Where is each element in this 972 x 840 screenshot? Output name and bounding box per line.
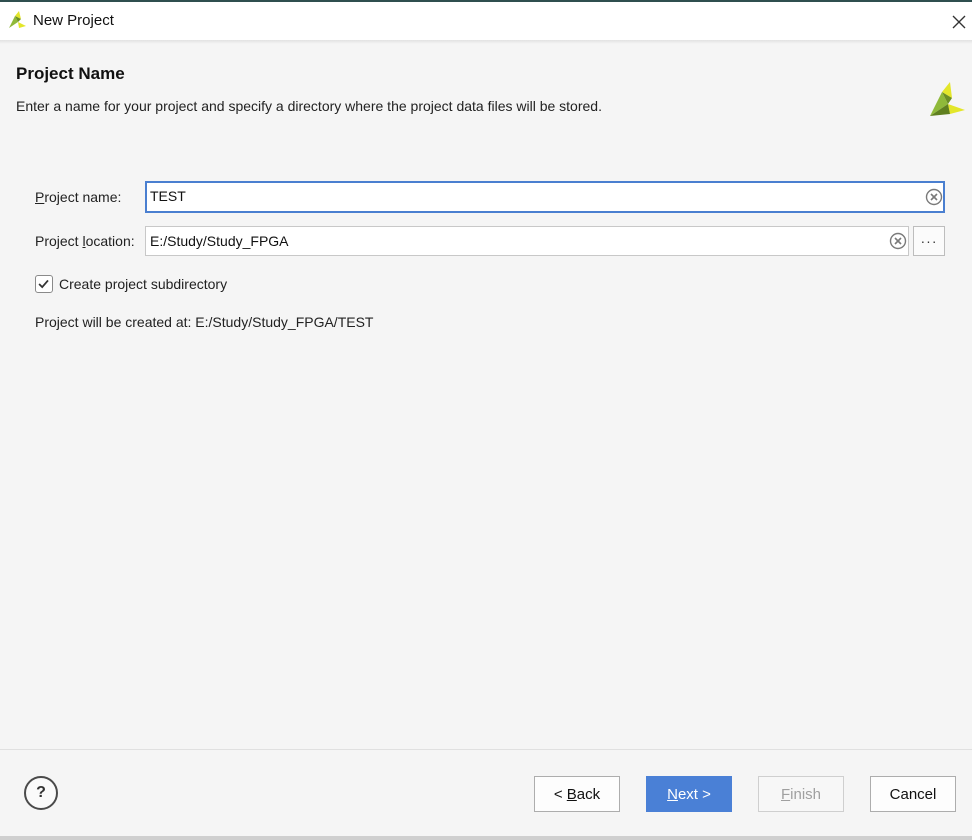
footer-divider [0, 749, 972, 750]
create-subdirectory-label[interactable]: Create project subdirectory [59, 276, 227, 292]
project-path-info: Project will be created at: E:/Study/Stu… [35, 314, 374, 330]
checkmark-icon [38, 279, 49, 289]
project-name-label: Project name: [35, 189, 122, 205]
help-button[interactable]: ? [24, 776, 58, 810]
project-name-value: TEST [150, 188, 186, 204]
title-bar: New Project [0, 2, 972, 40]
finish-button: Finish [758, 776, 844, 812]
xilinx-logo-icon [9, 11, 26, 28]
next-button[interactable]: Next > [646, 776, 732, 812]
back-button[interactable]: < Back [534, 776, 620, 812]
window-title: New Project [33, 12, 114, 29]
page-title: Project Name [16, 64, 125, 83]
project-name-field[interactable]: TEST [145, 181, 945, 213]
cancel-button[interactable]: Cancel [870, 776, 956, 812]
vivado-logo-icon [930, 82, 965, 116]
close-icon[interactable] [944, 6, 972, 36]
clear-icon[interactable] [889, 232, 907, 250]
project-location-value: E:/Study/Study_FPGA [150, 233, 289, 249]
page-subtitle: Enter a name for your project and specif… [16, 98, 602, 114]
clear-icon[interactable] [925, 188, 943, 206]
title-divider [0, 40, 972, 44]
browse-location-button[interactable]: ··· [913, 226, 945, 256]
project-location-label: Project location: [35, 233, 135, 249]
create-subdirectory-checkbox[interactable] [35, 275, 53, 293]
project-location-field[interactable]: E:/Study/Study_FPGA [145, 226, 909, 256]
window-bottom-border [0, 836, 972, 840]
